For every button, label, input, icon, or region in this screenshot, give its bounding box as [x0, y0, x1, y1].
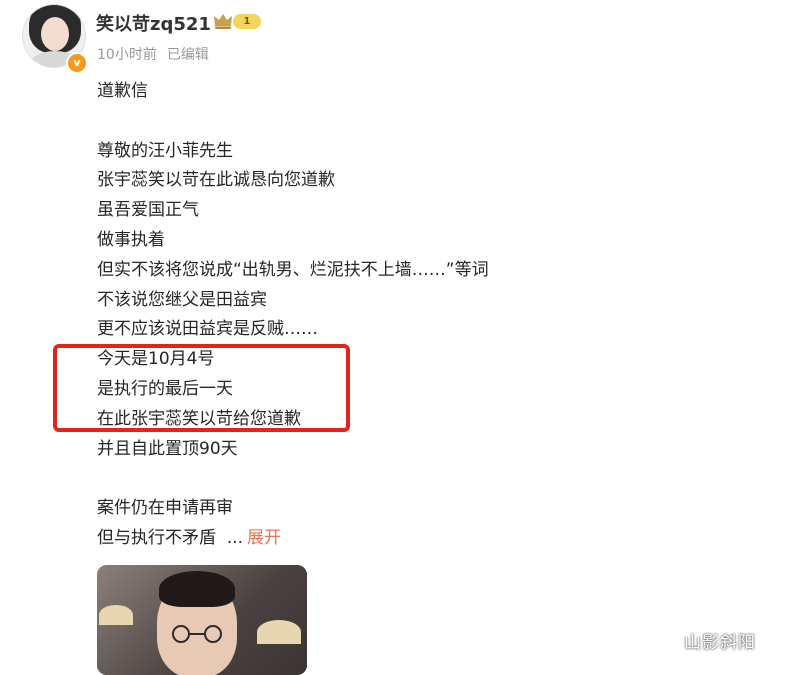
post-line: 更不应该说田益宾是反贼…… [97, 319, 318, 340]
image-person-hair [159, 571, 235, 607]
username-link[interactable]: 笑以苛zq521 [96, 10, 211, 36]
crown-icon [214, 14, 232, 29]
ellipsis: ... [226, 527, 244, 548]
watermark: 山影斜阳 [684, 633, 756, 653]
level-badge[interactable]: 1 [233, 14, 261, 29]
post-last-line: 但与执行不矛盾 ... 展开 [97, 524, 557, 554]
image-decor-left [99, 605, 133, 625]
post-image[interactable] [97, 565, 307, 675]
edited-label[interactable]: 已编辑 [167, 47, 209, 63]
post-line: 但实不该将您说成“出轨男、烂泥扶不上墙……”等词 [97, 259, 489, 280]
expand-link[interactable]: 展开 [247, 528, 281, 548]
post-line-text: 但与执行不矛盾 [97, 527, 216, 548]
post-line: 虽吾爱国正气 [97, 200, 199, 221]
post-line: 不该说您继父是田益宾 [97, 289, 267, 310]
post-content: 道歉信 尊敬的汪小菲先生 张宇蕊笑以苛在此诚恳向您道歉 虽吾爱国正气 做事执着 … [97, 77, 557, 554]
post-meta: 10小时前 已编辑 [97, 44, 209, 64]
image-glasses [172, 625, 222, 643]
post-line: 道歉信 [97, 81, 148, 101]
verified-badge-icon: v [66, 52, 88, 74]
post-time[interactable]: 10小时前 [97, 47, 157, 63]
highlight-box [53, 344, 350, 432]
post-line: 案件仍在申请再审 [97, 498, 233, 519]
avatar-face [41, 17, 69, 51]
post-line: 做事执着 [97, 229, 165, 250]
image-decor-right [257, 620, 301, 644]
post-line: 并且自此置顶90天 [97, 438, 238, 459]
post-line: 张宇蕊笑以苛在此诚恳向您道歉 [97, 170, 335, 191]
post-line: 尊敬的汪小菲先生 [97, 140, 233, 161]
